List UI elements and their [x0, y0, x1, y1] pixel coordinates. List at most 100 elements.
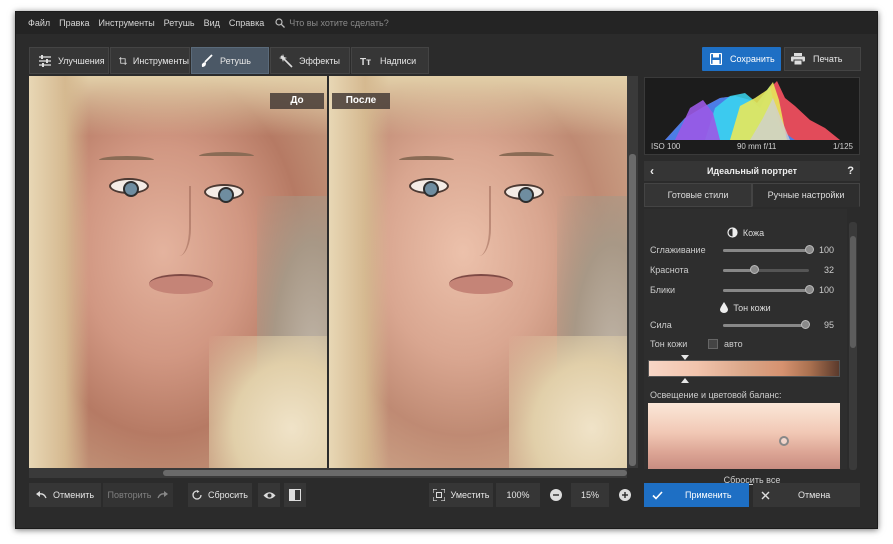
- eye-icon: [263, 491, 275, 499]
- preview-vertical-scrollbar[interactable]: [627, 76, 638, 468]
- compare-toggle-button[interactable]: [284, 483, 306, 507]
- redness-row: Краснота 32: [650, 264, 846, 276]
- cancel-button[interactable]: Отмена: [753, 483, 860, 507]
- smoothing-knob[interactable]: [805, 245, 814, 254]
- skin-tone-gradient[interactable]: [648, 360, 840, 377]
- smoothing-label: Сглаживание: [650, 245, 706, 255]
- hair-bottom: [509, 336, 627, 468]
- reset-button[interactable]: Сбросить: [188, 483, 252, 507]
- zoom-level[interactable]: 15%: [571, 483, 609, 507]
- tab-effects-label: Эффекты: [299, 55, 340, 66]
- print-button[interactable]: Печать: [784, 47, 861, 71]
- tab-retouch[interactable]: Ретушь: [191, 47, 269, 74]
- photo-after[interactable]: [329, 76, 627, 468]
- menu-file[interactable]: Файл: [28, 18, 50, 28]
- redness-label: Краснота: [650, 265, 689, 275]
- print-label: Печать: [813, 54, 843, 64]
- eyebrow-left: [399, 156, 454, 164]
- tone-label: Тон кожи: [650, 339, 688, 349]
- redo-button[interactable]: Повторить: [103, 483, 173, 507]
- tab-manual[interactable]: Ручные настройки: [752, 183, 860, 207]
- auto-checkbox[interactable]: [708, 339, 718, 349]
- skin-section-header: Кожа: [644, 227, 847, 238]
- lighting-picker-handle[interactable]: [779, 436, 789, 446]
- eye-right: [504, 184, 544, 203]
- tab-enhancements-label: Улучшения: [58, 55, 105, 66]
- shine-label: Блики: [650, 285, 676, 295]
- hair-left: [329, 76, 389, 468]
- menu-tools[interactable]: Инструменты: [99, 18, 155, 28]
- save-button[interactable]: Сохранить: [702, 47, 781, 71]
- printer-icon: [791, 53, 805, 65]
- sliders-icon: [39, 54, 51, 67]
- tone-marker-bottom[interactable]: [681, 378, 689, 383]
- shine-slider[interactable]: [723, 288, 809, 292]
- eyebrow-left: [99, 156, 154, 164]
- scroll-thumb[interactable]: [629, 154, 636, 466]
- tone-section-label: Тон кожи: [733, 302, 771, 313]
- right-panel: ISO 100 90 mm f/11 1/125 ‹ Идеальный пор…: [644, 77, 860, 485]
- crop-icon: [119, 56, 127, 65]
- iso-value: ISO 100: [651, 142, 681, 151]
- menu-edit[interactable]: Правка: [59, 18, 89, 28]
- save-icon: [710, 53, 722, 65]
- menu-help[interactable]: Справка: [229, 18, 264, 28]
- redness-knob[interactable]: [750, 265, 759, 274]
- redo-label: Повторить: [107, 490, 152, 500]
- redness-value: 32: [823, 265, 834, 275]
- hair-left: [29, 76, 89, 468]
- shutter-value: 1/125: [832, 142, 853, 151]
- photo-before[interactable]: [29, 76, 327, 468]
- tab-enhancements[interactable]: Улучшения: [29, 47, 109, 74]
- app-window: Файл Правка Инструменты Ретушь Вид Справ…: [15, 11, 878, 529]
- tab-captions[interactable]: Тт Надписи: [351, 47, 429, 74]
- fit-button[interactable]: Уместить: [429, 483, 493, 507]
- zoom-out-button[interactable]: [545, 483, 567, 507]
- hair-bottom: [209, 336, 327, 468]
- zoom-in-button[interactable]: [614, 483, 636, 507]
- strength-knob[interactable]: [801, 320, 810, 329]
- zoom-100-label: 100%: [506, 490, 530, 500]
- before-label: До: [270, 93, 324, 109]
- droplet-icon: [720, 302, 729, 313]
- strength-slider[interactable]: [723, 323, 809, 327]
- nose: [161, 186, 191, 256]
- compare-icon: [289, 489, 301, 501]
- strength-value: 95: [823, 320, 834, 330]
- smoothing-slider[interactable]: [723, 248, 809, 252]
- magic-wand-icon: [279, 53, 293, 68]
- scroll-thumb[interactable]: [163, 470, 627, 476]
- zoom-out-icon: [550, 489, 562, 501]
- menu-retouch[interactable]: Ретушь: [164, 18, 195, 28]
- zoom-in-icon: [619, 489, 631, 501]
- shine-row: Блики 100: [650, 284, 846, 296]
- tab-effects[interactable]: Эффекты: [270, 47, 350, 74]
- undo-icon: [35, 491, 47, 499]
- histogram: ISO 100 90 mm f/11 1/125: [644, 77, 860, 155]
- lighting-balance-picker[interactable]: [648, 403, 840, 469]
- scroll-thumb[interactable]: [850, 236, 856, 348]
- redo-icon: [157, 491, 169, 499]
- menu-view[interactable]: Вид: [204, 18, 220, 28]
- auto-label: авто: [724, 339, 743, 349]
- apply-button[interactable]: Применить: [644, 483, 749, 507]
- help-icon[interactable]: ?: [847, 165, 854, 177]
- panel-scrollbar[interactable]: [849, 222, 857, 470]
- tab-tools[interactable]: Инструменты: [110, 47, 190, 74]
- preview-toggle-button[interactable]: [258, 483, 280, 507]
- eye-right: [204, 184, 244, 203]
- zoom-100-button[interactable]: 100%: [496, 483, 540, 507]
- tab-presets[interactable]: Готовые стили: [644, 183, 752, 207]
- eyebrow-right: [499, 152, 554, 160]
- search-box[interactable]: Что вы хотите сделать?: [275, 18, 389, 28]
- back-arrow-icon[interactable]: ‹: [650, 164, 654, 178]
- shine-knob[interactable]: [805, 285, 814, 294]
- histogram-info: ISO 100 90 mm f/11 1/125: [651, 142, 853, 151]
- undo-button[interactable]: Отменить: [29, 483, 101, 507]
- preview-horizontal-scrollbar[interactable]: [29, 468, 627, 478]
- shine-value: 100: [818, 285, 834, 295]
- zoom-value: 15%: [580, 490, 599, 500]
- brush-icon: [201, 53, 213, 67]
- smoothing-row: Сглаживание 100: [650, 244, 846, 256]
- redness-slider[interactable]: [723, 268, 809, 272]
